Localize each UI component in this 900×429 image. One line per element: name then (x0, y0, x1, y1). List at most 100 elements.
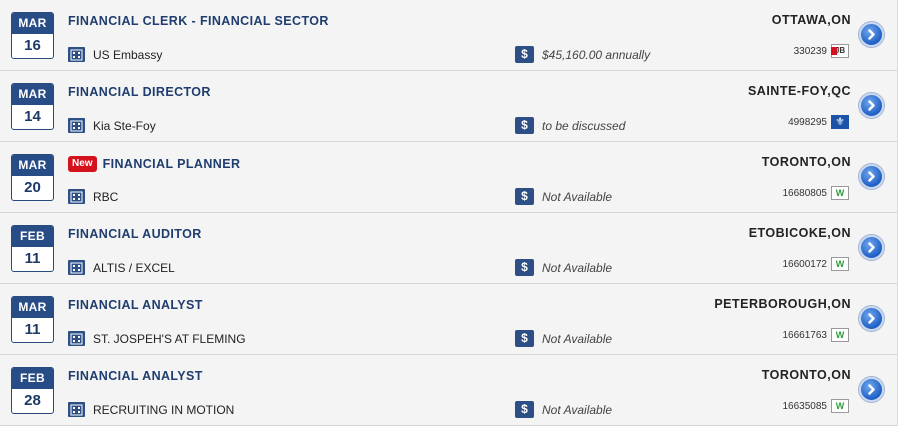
posting-day: 11 (24, 250, 41, 267)
job-title-link[interactable]: FINANCIAL ANALYST (68, 298, 203, 312)
posting-day: 16 (24, 37, 41, 54)
view-details-button[interactable] (859, 164, 884, 189)
salary-text: to be discussed (542, 118, 626, 133)
job-title-link[interactable]: FINANCIAL PLANNER (103, 157, 241, 171)
job-title-link[interactable]: FINANCIAL CLERK - FINANCIAL SECTOR (68, 14, 329, 28)
job-row[interactable]: MAR 11 FINANCIAL ANALYST ST. JOSPEH'S AT… (0, 284, 897, 355)
job-title-wrap: FINANCIAL AUDITOR (68, 227, 202, 241)
company: US Embassy (68, 47, 162, 62)
building-icon (68, 118, 85, 133)
view-details-button[interactable] (859, 377, 884, 402)
company-name: ALTIS / EXCEL (93, 260, 175, 275)
job-location: PETERBOROUGH,ON (714, 297, 851, 311)
company-name: Kia Ste-Foy (93, 118, 156, 133)
salary-text: Not Available (542, 402, 613, 417)
company: ST. JOSPEH'S AT FLEMING (68, 331, 246, 346)
quebec-fleurdelis-icon: ⚜ (831, 115, 849, 129)
chevron-right-icon (868, 171, 875, 182)
job-title-wrap: New FINANCIAL PLANNER (68, 156, 240, 172)
job-reference: 16600172 W (782, 257, 849, 271)
salary: $ Not Available (515, 259, 612, 276)
job-title-wrap: FINANCIAL ANALYST (68, 298, 203, 312)
company-name: RBC (93, 189, 119, 204)
salary: $ $45,160.00 annually (515, 46, 650, 63)
view-details-button[interactable] (859, 93, 884, 118)
building-icon (68, 260, 85, 275)
chevron-right-icon (868, 29, 875, 40)
posting-date-badge: FEB 11 (11, 225, 54, 272)
chevron-right-icon (868, 384, 875, 395)
posting-date-badge: MAR 20 (11, 154, 54, 201)
reference-number: 330239 (793, 45, 827, 57)
building-icon (68, 402, 85, 417)
job-reference: 4998295 ⚜ (788, 115, 849, 129)
job-location: SAINTE-FOY,QC (747, 84, 851, 98)
posting-day: 28 (24, 392, 41, 409)
company-name: RECRUITING IN MOTION (93, 402, 235, 417)
job-list: MAR 16 FINANCIAL CLERK - FINANCIAL SECTO… (0, 0, 898, 426)
view-details-button[interactable] (859, 235, 884, 260)
salary-text: $45,160.00 annually (542, 47, 651, 62)
posting-month: MAR (12, 297, 53, 318)
job-location: TORONTO,ON (761, 155, 851, 169)
posting-month: MAR (12, 155, 53, 176)
job-title-wrap: FINANCIAL ANALYST (68, 369, 203, 383)
company: RBC (68, 189, 118, 204)
salary: $ Not Available (515, 330, 612, 347)
reference-number: 16635085 (782, 400, 828, 412)
reference-number: 16600172 (782, 258, 828, 270)
dollar-icon: $ (515, 117, 534, 134)
dollar-icon: $ (515, 401, 534, 418)
job-row[interactable]: MAR 20 New FINANCIAL PLANNER RBC $ Not A… (0, 142, 897, 213)
posting-day: 11 (24, 321, 41, 338)
job-title-link[interactable]: FINANCIAL DIRECTOR (68, 85, 211, 99)
dollar-icon: $ (515, 46, 534, 63)
posting-month: FEB (12, 368, 53, 389)
building-icon (68, 47, 85, 62)
job-reference: 16680805 W (783, 186, 849, 200)
posting-date-badge: MAR 14 (11, 83, 54, 130)
company: Kia Ste-Foy (68, 118, 156, 133)
posting-date-badge: FEB 28 (11, 367, 54, 414)
building-icon (68, 331, 85, 346)
salary-text: Not Available (542, 189, 613, 204)
view-details-button[interactable] (859, 22, 884, 47)
jb-icon: JB (831, 44, 849, 58)
company: RECRUITING IN MOTION (68, 402, 234, 417)
salary-text: Not Available (542, 260, 613, 275)
company-name: ST. JOSPEH'S AT FLEMING (93, 331, 246, 346)
view-details-button[interactable] (859, 306, 884, 331)
job-title-link[interactable]: FINANCIAL AUDITOR (68, 227, 202, 241)
job-row[interactable]: FEB 11 FINANCIAL AUDITOR ALTIS / EXCEL $… (0, 213, 897, 284)
job-row[interactable]: FEB 28 FINANCIAL ANALYST RECRUITING IN M… (0, 355, 897, 426)
job-reference: 16661763 W (782, 328, 849, 342)
posting-month: MAR (12, 13, 53, 34)
job-title-wrap: FINANCIAL DIRECTOR (68, 85, 211, 99)
chevron-right-icon (868, 100, 875, 111)
building-icon (68, 189, 85, 204)
salary: $ Not Available (515, 188, 612, 205)
new-badge: New (68, 156, 97, 172)
posting-date-badge: MAR 16 (11, 12, 54, 59)
company-name: US Embassy (93, 47, 163, 62)
job-reference: 16635085 W (782, 399, 849, 413)
job-row[interactable]: MAR 16 FINANCIAL CLERK - FINANCIAL SECTO… (0, 0, 897, 71)
workopolis-icon: W (831, 186, 849, 200)
workopolis-icon: W (831, 328, 849, 342)
posting-month: MAR (12, 84, 53, 105)
job-location: OTTAWA,ON (771, 13, 851, 27)
dollar-icon: $ (515, 188, 534, 205)
job-row[interactable]: MAR 14 FINANCIAL DIRECTOR Kia Ste-Foy $ … (0, 71, 897, 142)
job-title-link[interactable]: FINANCIAL ANALYST (68, 369, 203, 383)
job-location: TORONTO,ON (761, 368, 851, 382)
posting-month: FEB (12, 226, 53, 247)
job-location: ETOBICOKE,ON (748, 226, 851, 240)
job-reference: 330239 JB (794, 44, 849, 58)
workopolis-icon: W (831, 399, 849, 413)
reference-number: 16661763 (782, 329, 828, 341)
salary-text: Not Available (542, 331, 613, 346)
reference-number: 4998295 (788, 116, 827, 128)
dollar-icon: $ (515, 330, 534, 347)
posting-date-badge: MAR 11 (11, 296, 54, 343)
company: ALTIS / EXCEL (68, 260, 175, 275)
